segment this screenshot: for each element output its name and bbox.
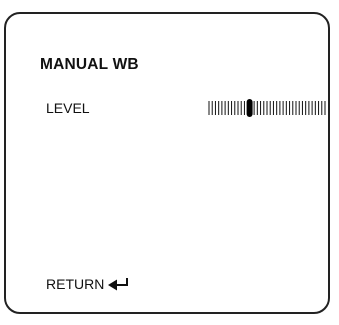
- slider-tick: [314, 101, 316, 115]
- slider-tick: [321, 101, 323, 115]
- slider-tick: [279, 101, 281, 115]
- slider-tick: [263, 101, 265, 115]
- slider-tick: [221, 101, 223, 115]
- slider-tick: [282, 101, 284, 115]
- menu-title: MANUAL WB: [40, 56, 139, 73]
- slider-tick: [285, 101, 287, 115]
- slider-tick: [211, 101, 213, 115]
- osd-menu-frame: MANUAL WB LEVEL RETURN: [4, 12, 330, 314]
- return-label: RETURN: [46, 276, 105, 292]
- level-slider[interactable]: [208, 99, 326, 117]
- slider-tick: [218, 101, 220, 115]
- slider-tick: [237, 101, 239, 115]
- slider-tick: [269, 101, 271, 115]
- enter-arrow-icon: [108, 278, 129, 291]
- slider-tick: [305, 101, 307, 115]
- slider-tick: [243, 101, 245, 115]
- slider-tick: [295, 101, 297, 115]
- slider-tick: [292, 101, 294, 115]
- slider-tick: [256, 101, 258, 115]
- return-button[interactable]: RETURN: [46, 276, 131, 292]
- slider-tick: [308, 101, 310, 115]
- slider-tick: [208, 101, 210, 115]
- slider-tick: [266, 101, 268, 115]
- slider-tick: [272, 101, 274, 115]
- slider-tick: [234, 101, 236, 115]
- slider-tick: [318, 101, 320, 115]
- level-slider-track: [208, 99, 326, 117]
- slider-tick: [240, 101, 242, 115]
- slider-tick: [298, 101, 300, 115]
- slider-tick: [227, 101, 229, 115]
- slider-tick: [301, 101, 303, 115]
- slider-tick: [231, 101, 233, 115]
- slider-tick: [253, 101, 255, 115]
- slider-tick: [260, 101, 262, 115]
- level-label: LEVEL: [46, 100, 90, 116]
- slider-tick: [214, 101, 216, 115]
- slider-tick: [276, 101, 278, 115]
- slider-thumb[interactable]: [246, 99, 253, 117]
- slider-tick: [224, 101, 226, 115]
- slider-tick: [311, 101, 313, 115]
- slider-tick: [289, 101, 291, 115]
- slider-tick: [324, 101, 326, 115]
